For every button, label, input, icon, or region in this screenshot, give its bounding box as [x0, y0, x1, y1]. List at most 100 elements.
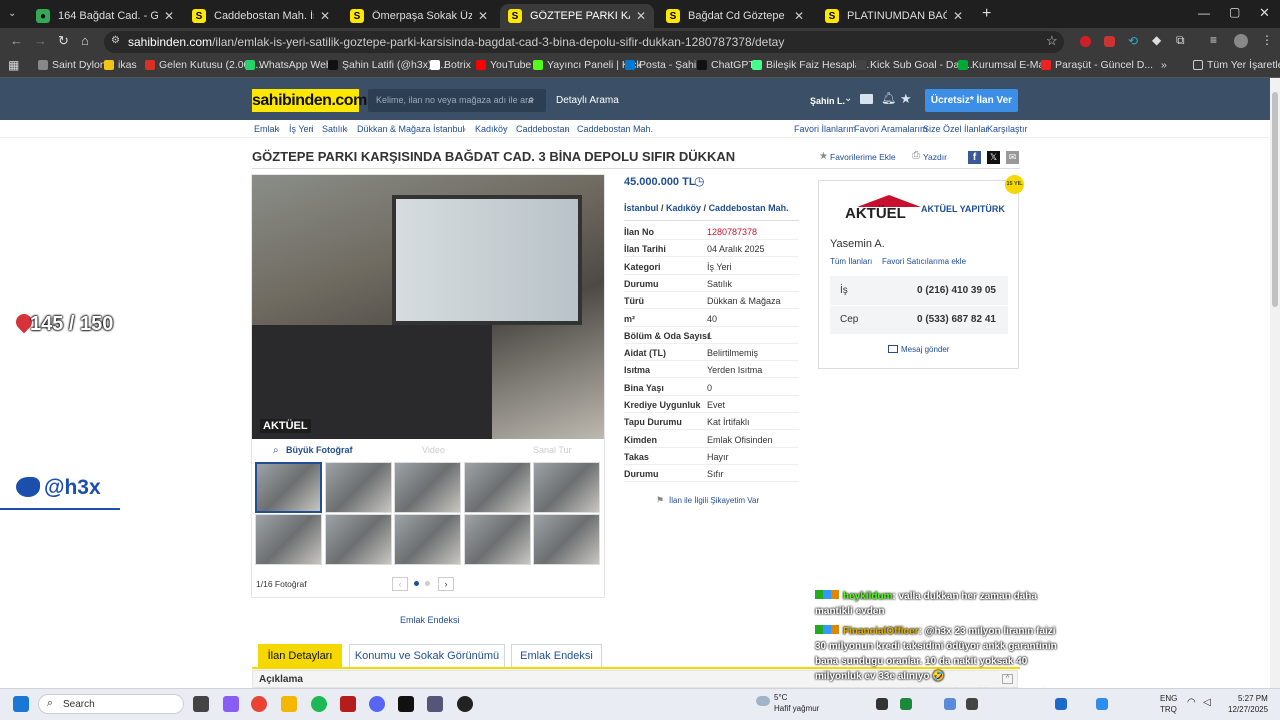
task-view-icon[interactable]	[193, 696, 209, 712]
new-tab-button[interactable]: +	[982, 5, 991, 23]
breadcrumb-item[interactable]: Kadıköy	[475, 124, 508, 134]
window-maximize-button[interactable]: ▢	[1229, 5, 1240, 19]
header-link[interactable]: Size Özel İlanlar	[923, 124, 989, 134]
tab-close-icon[interactable]: ✕	[636, 9, 646, 23]
bookmark-item[interactable]: Kick Sub Goal - Dail...	[856, 59, 973, 71]
facebook-share-icon[interactable]: f	[968, 151, 981, 164]
phone-number-work[interactable]: 0 (216) 410 39 05	[917, 285, 996, 296]
all-listings-link[interactable]: Tüm İlanları	[830, 257, 872, 266]
breadcrumb-item[interactable]: Satılık	[322, 124, 347, 134]
extension-icon[interactable]	[1104, 36, 1115, 47]
x-share-icon[interactable]: 𝕏	[987, 151, 1000, 164]
real-estate-index-link[interactable]: Emlak Endeksi	[400, 615, 460, 625]
scrollbar-thumb[interactable]	[1272, 92, 1278, 307]
seller-company[interactable]: AKTÜEL YAPITÜRK	[921, 204, 1005, 214]
post-ad-button[interactable]: Ücretsiz* İlan Ver	[925, 89, 1018, 112]
next-photo-button[interactable]: ›	[438, 577, 454, 591]
copilot-icon[interactable]	[223, 696, 239, 712]
breadcrumb-item[interactable]: Emlak	[254, 124, 279, 134]
bookmark-item[interactable]: Saint Dylon	[38, 59, 106, 71]
bookmark-item[interactable]: WhatsApp Web	[245, 59, 332, 71]
profile-avatar[interactable]	[1234, 34, 1248, 48]
bookmark-star-icon[interactable]: ☆	[1046, 33, 1058, 49]
site-info-icon[interactable]: ⚙	[111, 35, 120, 46]
back-icon[interactable]: ←	[10, 33, 23, 48]
browser-tab[interactable]: S GÖZTEPE PARKI KARŞISINDA B ✕	[500, 4, 654, 28]
header-link[interactable]: Karşılaştır	[987, 124, 1028, 134]
complaint-link[interactable]: İlan ile İlgili Şikayetim Var	[669, 496, 759, 505]
favorite-star-icon[interactable]: ★	[819, 151, 828, 162]
tab-close-icon[interactable]: ✕	[478, 9, 488, 23]
all-bookmarks[interactable]: Tüm Yer İşaretleri	[1193, 59, 1280, 71]
location-part[interactable]: İstanbul	[624, 203, 659, 213]
language-indicator[interactable]: ENG	[1160, 694, 1177, 703]
browser-tab[interactable]: ● 164 Bağdat Cad. - Google Hari ✕	[28, 4, 182, 28]
prev-photo-button[interactable]: ‹	[392, 577, 408, 591]
extensions-puzzle-icon[interactable]: ⧉	[1176, 33, 1185, 48]
clock-date[interactable]: 12/27/2025	[1228, 705, 1268, 714]
browser-menu-icon[interactable]: ⋮	[1261, 33, 1273, 47]
extension-icon[interactable]: ◆	[1152, 33, 1161, 47]
print-link[interactable]: Yazdır	[923, 152, 947, 162]
tray-icon[interactable]	[1055, 698, 1067, 710]
apps-grid-icon[interactable]: ▦	[8, 58, 19, 72]
tray-icon[interactable]	[876, 698, 888, 710]
bookmark-item[interactable]: Botrix	[430, 59, 471, 71]
print-icon[interactable]: ⎙	[912, 150, 920, 161]
tab-close-icon[interactable]: ✕	[164, 9, 174, 23]
bookmark-item[interactable]: Posta - Şahin	[625, 59, 702, 71]
detail-tab[interactable]: Emlak Endeksi	[511, 644, 602, 668]
obs-icon[interactable]	[457, 696, 473, 712]
chrome-icon[interactable]	[251, 696, 267, 712]
tray-icon[interactable]	[966, 698, 978, 710]
detailed-search-link[interactable]: Detaylı Arama	[556, 95, 619, 106]
capcut-icon[interactable]	[398, 696, 414, 712]
tab-close-icon[interactable]: ✕	[953, 9, 963, 23]
tab-close-icon[interactable]: ✕	[794, 9, 804, 23]
bookmark-item[interactable]: Kurumsal E-Mail	[958, 59, 1049, 71]
tray-icon[interactable]	[1096, 698, 1108, 710]
reload-icon[interactable]: ↻	[58, 33, 69, 49]
phone-number-mobile[interactable]: 0 (533) 687 82 41	[917, 314, 996, 325]
windows-start-icon[interactable]	[13, 696, 29, 712]
detail-tab[interactable]: İlan Detayları	[258, 644, 342, 668]
settings-icon[interactable]	[427, 696, 443, 712]
breadcrumb-item[interactable]: İstanbul	[433, 124, 465, 134]
taskbar-search-box[interactable]: ⌕ Search	[38, 694, 184, 714]
header-link[interactable]: Favori İlanlarım	[794, 124, 856, 134]
breadcrumb-item[interactable]: Caddebostan Mah.	[577, 124, 653, 134]
bookmark-item[interactable]: Şahin Latifi (@h3x) /...	[328, 59, 446, 71]
window-close-button[interactable]: ✕	[1259, 5, 1270, 21]
bookmark-item[interactable]: YouTube	[476, 59, 531, 71]
file-explorer-icon[interactable]	[281, 696, 297, 712]
home-icon[interactable]: ⌂	[81, 33, 89, 48]
site-logo[interactable]: sahibinden.com	[252, 89, 367, 112]
bookmark-item[interactable]: ChatGPT	[697, 59, 755, 71]
media-icon[interactable]: ≡	[1210, 33, 1217, 47]
discord-icon[interactable]	[369, 696, 385, 712]
user-menu[interactable]: Şahin L.	[810, 96, 845, 106]
app-icon[interactable]	[340, 696, 356, 712]
volume-icon[interactable]: ◁	[1203, 697, 1211, 708]
browser-tab[interactable]: S Caddebostan Mah. İşyeri İlanla ✕	[184, 4, 338, 28]
favorites-star-icon[interactable]: ★	[900, 91, 912, 107]
search-icon[interactable]: ⌕	[528, 92, 535, 107]
site-search-input[interactable]: Kelime, ilan no veya mağaza adı ile ara	[368, 89, 546, 112]
add-favorite-link[interactable]: Favorilerime Ekle	[830, 152, 896, 162]
location-part[interactable]: Caddebostan Mah.	[709, 203, 789, 213]
bookmark-item[interactable]: ikas	[104, 59, 137, 71]
send-message-link[interactable]: Mesaj gönder	[901, 345, 949, 354]
extension-icon[interactable]: ⟲	[1128, 34, 1138, 48]
email-share-icon[interactable]: ✉	[1006, 151, 1019, 164]
header-link[interactable]: Favori Aramalarım	[854, 124, 928, 134]
forward-icon[interactable]: →	[34, 33, 47, 48]
tray-icon[interactable]	[944, 698, 956, 710]
wifi-icon[interactable]: ◠	[1187, 697, 1196, 708]
extension-icon[interactable]	[1080, 36, 1091, 47]
chevron-down-icon[interactable]: ⌄	[844, 93, 852, 104]
page-dot[interactable]	[425, 581, 430, 586]
clock-time[interactable]: 5:27 PM	[1238, 694, 1268, 703]
keyboard-layout[interactable]: TRQ	[1160, 705, 1177, 714]
seller-logo[interactable]: AKTÜEL	[845, 205, 906, 222]
spotify-icon[interactable]	[311, 696, 327, 712]
